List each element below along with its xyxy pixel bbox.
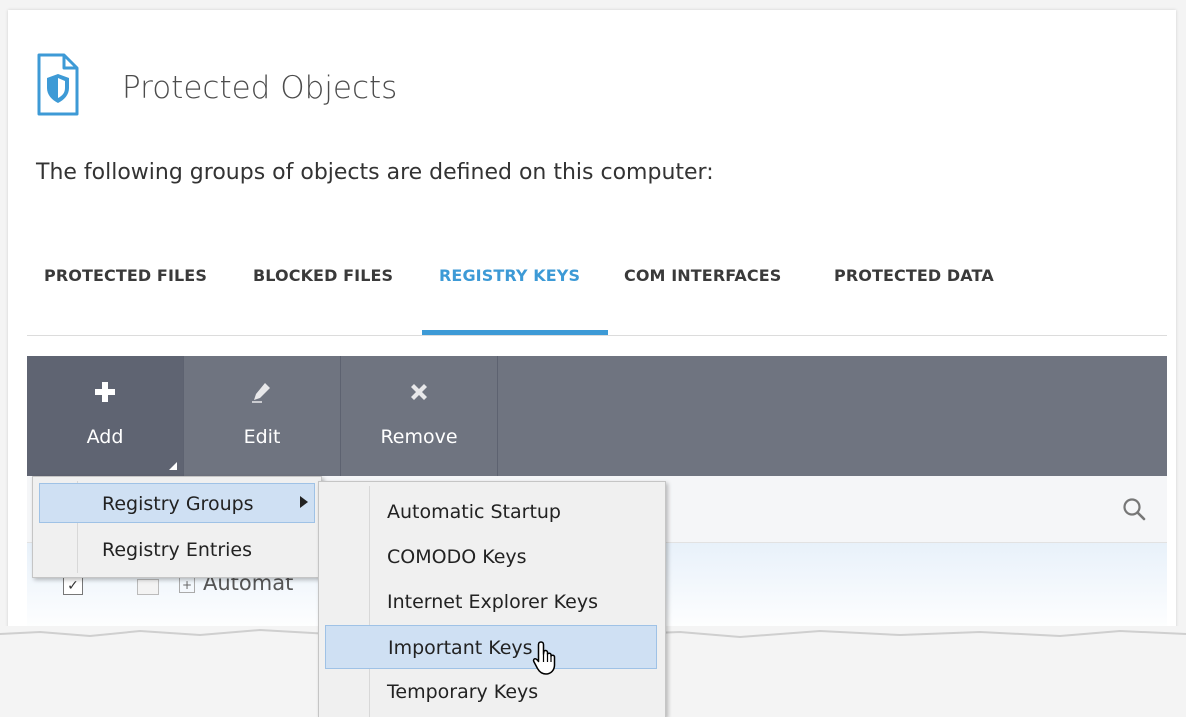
add-button-label: Add: [86, 426, 124, 448]
submenu-item-label: Automatic Startup: [387, 501, 561, 523]
hand-pointer-icon: [532, 641, 556, 675]
tabs-divider: [27, 335, 1167, 336]
expand-icon[interactable]: +: [179, 577, 195, 593]
toolbar: Add Edit Remove: [27, 356, 1167, 476]
edit-button-label: Edit: [243, 426, 281, 448]
tab-protected-data[interactable]: PROTECTED DATA: [834, 266, 994, 285]
row-checkbox[interactable]: ✓: [63, 577, 83, 595]
submenu-item-label: COMODO Keys: [387, 546, 527, 568]
folder-icon: [137, 579, 159, 595]
pencil-icon: [184, 380, 340, 411]
submenu-item-label: Temporary Keys: [387, 681, 539, 703]
submenu-item-label: Important Keys: [388, 637, 533, 659]
page-subtitle: The following groups of objects are defi…: [36, 160, 714, 185]
menu-item-registry-entries[interactable]: Registry Entries: [39, 529, 315, 569]
tab-registry-keys[interactable]: REGISTRY KEYS: [439, 266, 580, 285]
submenu-item-label: Internet Explorer Keys: [387, 591, 598, 613]
add-button[interactable]: Add: [27, 356, 184, 476]
tab-blocked-files[interactable]: BLOCKED FILES: [253, 266, 393, 285]
menu-item-registry-groups[interactable]: Registry Groups: [39, 483, 315, 523]
edit-button[interactable]: Edit: [184, 356, 341, 476]
tab-protected-files[interactable]: PROTECTED FILES: [44, 266, 207, 285]
page-title: Protected Objects: [122, 70, 398, 106]
submenu-arrow-icon: [300, 496, 308, 508]
submenu-item-internet-explorer-keys[interactable]: Internet Explorer Keys: [325, 580, 657, 624]
shield-document-icon: [37, 53, 79, 116]
submenu-item-important-keys[interactable]: Important Keys: [325, 625, 657, 669]
submenu-item-automatic-startup[interactable]: Automatic Startup: [325, 490, 657, 534]
registry-groups-submenu: Automatic Startup COMODO Keys Internet E…: [318, 481, 666, 717]
add-dropdown-menu: Registry Groups Registry Entries: [32, 476, 322, 578]
submenu-item-temporary-keys[interactable]: Temporary Keys: [325, 670, 657, 714]
plus-icon: [27, 380, 183, 411]
dropdown-caret-icon: [169, 462, 177, 470]
tab-com-interfaces[interactable]: COM INTERFACES: [624, 266, 781, 285]
remove-button[interactable]: Remove: [341, 356, 498, 476]
menu-item-label: Registry Groups: [102, 493, 254, 515]
search-icon[interactable]: [1121, 496, 1147, 522]
menu-item-label: Registry Entries: [102, 539, 252, 561]
x-icon: [341, 380, 497, 410]
submenu-item-comodo-keys[interactable]: COMODO Keys: [325, 535, 657, 579]
remove-button-label: Remove: [380, 426, 458, 448]
